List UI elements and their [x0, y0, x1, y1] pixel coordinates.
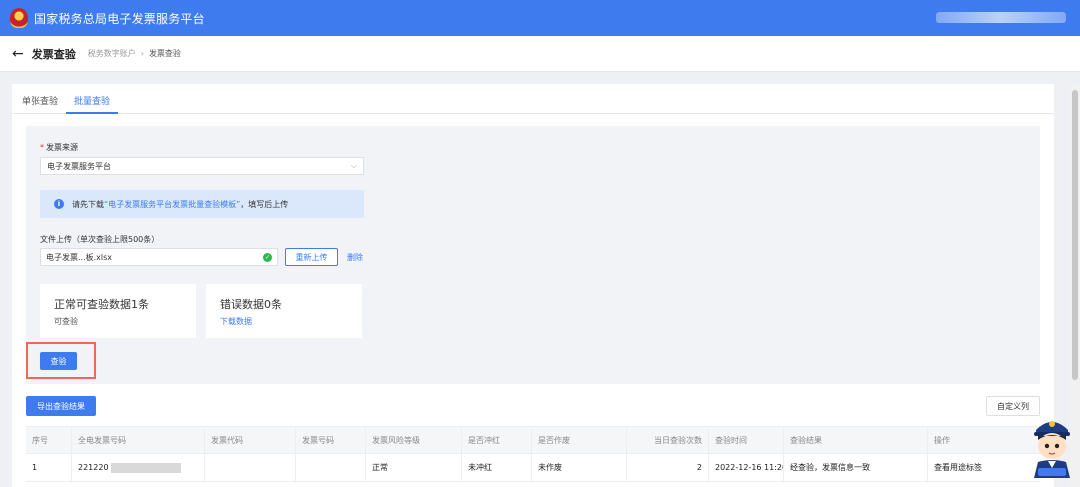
- tab-bar: 单张查验 批量查验: [12, 84, 1054, 114]
- breadcrumb-item-account[interactable]: 税务数字账户: [88, 49, 136, 58]
- column-header: 序号: [26, 427, 72, 455]
- cell-invoice-code: [205, 454, 296, 482]
- notice-prefix: 请先下载: [72, 199, 104, 209]
- download-template-link[interactable]: “电子发票服务平台发票批量查验模板”: [104, 199, 240, 210]
- source-select[interactable]: 电子发票服务平台 ⌵: [40, 157, 364, 175]
- page-title: 发票查验: [31, 47, 76, 61]
- top-bar: 国家税务总局电子发票服务平台: [0, 0, 1080, 36]
- upload-label: 文件上传（单次查验上限500条）: [40, 235, 160, 244]
- breadcrumb-separator-icon: ›: [140, 49, 144, 58]
- view-usage-tags-link[interactable]: 查看用途标签: [928, 454, 1040, 482]
- platform-title: 国家税务总局电子发票服务平台: [34, 11, 205, 26]
- valid-data-status: 可查验: [54, 317, 78, 326]
- info-icon: i: [54, 199, 64, 209]
- cell-voided: 未作废: [532, 454, 627, 482]
- cell-reversed: 未冲红: [462, 454, 532, 482]
- cell-result: 经查验，发票信息一致: [784, 454, 928, 482]
- tab-single-check[interactable]: 单张查验: [22, 94, 58, 107]
- column-header: 查验时间: [709, 427, 784, 455]
- column-header: 是否作废: [532, 427, 627, 455]
- breadcrumb: 税务数字账户 › 发票查验: [88, 48, 181, 59]
- results-table: 序号 全电发票号码 发票代码 发票号码 发票风险等级 是否冲红 是否作废 当日查…: [26, 426, 1040, 482]
- tab-active-indicator: [66, 112, 118, 114]
- column-header: 全电发票号码: [72, 427, 205, 455]
- user-info-redacted[interactable]: [936, 12, 1066, 23]
- cell-daily-count: 2: [627, 454, 709, 482]
- cell-risk-level: 正常: [366, 454, 462, 482]
- column-header: 发票代码: [205, 427, 296, 455]
- delete-file-link[interactable]: 删除: [347, 252, 363, 263]
- arrow-left-icon[interactable]: ←: [12, 46, 24, 62]
- notice-suffix: ，填写后上传: [240, 199, 289, 209]
- scrollbar-thumb[interactable]: [1072, 90, 1078, 380]
- column-header: 发票风险等级: [366, 427, 462, 455]
- tax-officer-mascot-icon: [1034, 421, 1070, 478]
- column-header: 查验结果: [784, 427, 928, 455]
- source-select-value: 电子发票服务平台: [47, 161, 111, 171]
- source-label: * 发票来源: [40, 143, 78, 152]
- error-data-card: 错误数据0条 下载数据: [206, 284, 362, 338]
- download-error-data-link[interactable]: 下载数据: [220, 316, 348, 327]
- redacted-block: [110, 462, 181, 473]
- file-name: 电子发票...板.xlsx: [46, 252, 113, 262]
- cell-invoice-number: [296, 454, 366, 482]
- column-header: 是否冲红: [462, 427, 532, 455]
- column-header: 发票号码: [296, 427, 366, 455]
- column-header: 当日查验次数: [627, 427, 709, 455]
- valid-data-card: 正常可查验数据1条 可查验: [40, 284, 196, 338]
- check-circle-icon: ✓: [263, 252, 272, 262]
- export-results-button[interactable]: 导出查验结果: [26, 396, 96, 416]
- uploaded-file-field: 电子发票...板.xlsx ✓: [40, 248, 278, 266]
- cell-invoice-no: 221220: [72, 454, 205, 482]
- tax-emblem-icon: [10, 8, 28, 28]
- table-header: 序号 全电发票号码 发票代码 发票号码 发票风险等级 是否冲红 是否作废 当日查…: [26, 426, 1040, 455]
- error-data-count: 错误数据0条: [220, 298, 282, 311]
- valid-data-count: 正常可查验数据1条: [54, 298, 149, 311]
- tab-batch-check[interactable]: 批量查验: [74, 94, 110, 107]
- reupload-button[interactable]: 重新上传: [285, 248, 338, 266]
- check-button[interactable]: 查验: [40, 352, 77, 370]
- table-row: 1 221220 正常 未冲红 未作废 2 2022-12-16 11:20 经…: [26, 454, 1040, 482]
- cell-index: 1: [26, 454, 72, 482]
- chevron-down-icon: ⌵: [350, 161, 357, 170]
- page-header: ← 发票查验 税务数字账户 › 发票查验: [0, 36, 1080, 72]
- required-mark: *: [40, 143, 44, 152]
- main-card: 单张查验 批量查验 * 发票来源 电子发票服务平台 ⌵ i 请先下载 “电子发票服…: [12, 84, 1054, 487]
- template-notice: i 请先下载 “电子发票服务平台发票批量查验模板” ，填写后上传: [40, 190, 364, 218]
- batch-check-panel: * 发票来源 电子发票服务平台 ⌵ i 请先下载 “电子发票服务平台发票批量查验模…: [26, 126, 1040, 384]
- cell-check-time: 2022-12-16 11:20: [709, 454, 784, 482]
- column-header: 操作: [934, 436, 950, 445]
- breadcrumb-item-current: 发票查验: [148, 49, 181, 58]
